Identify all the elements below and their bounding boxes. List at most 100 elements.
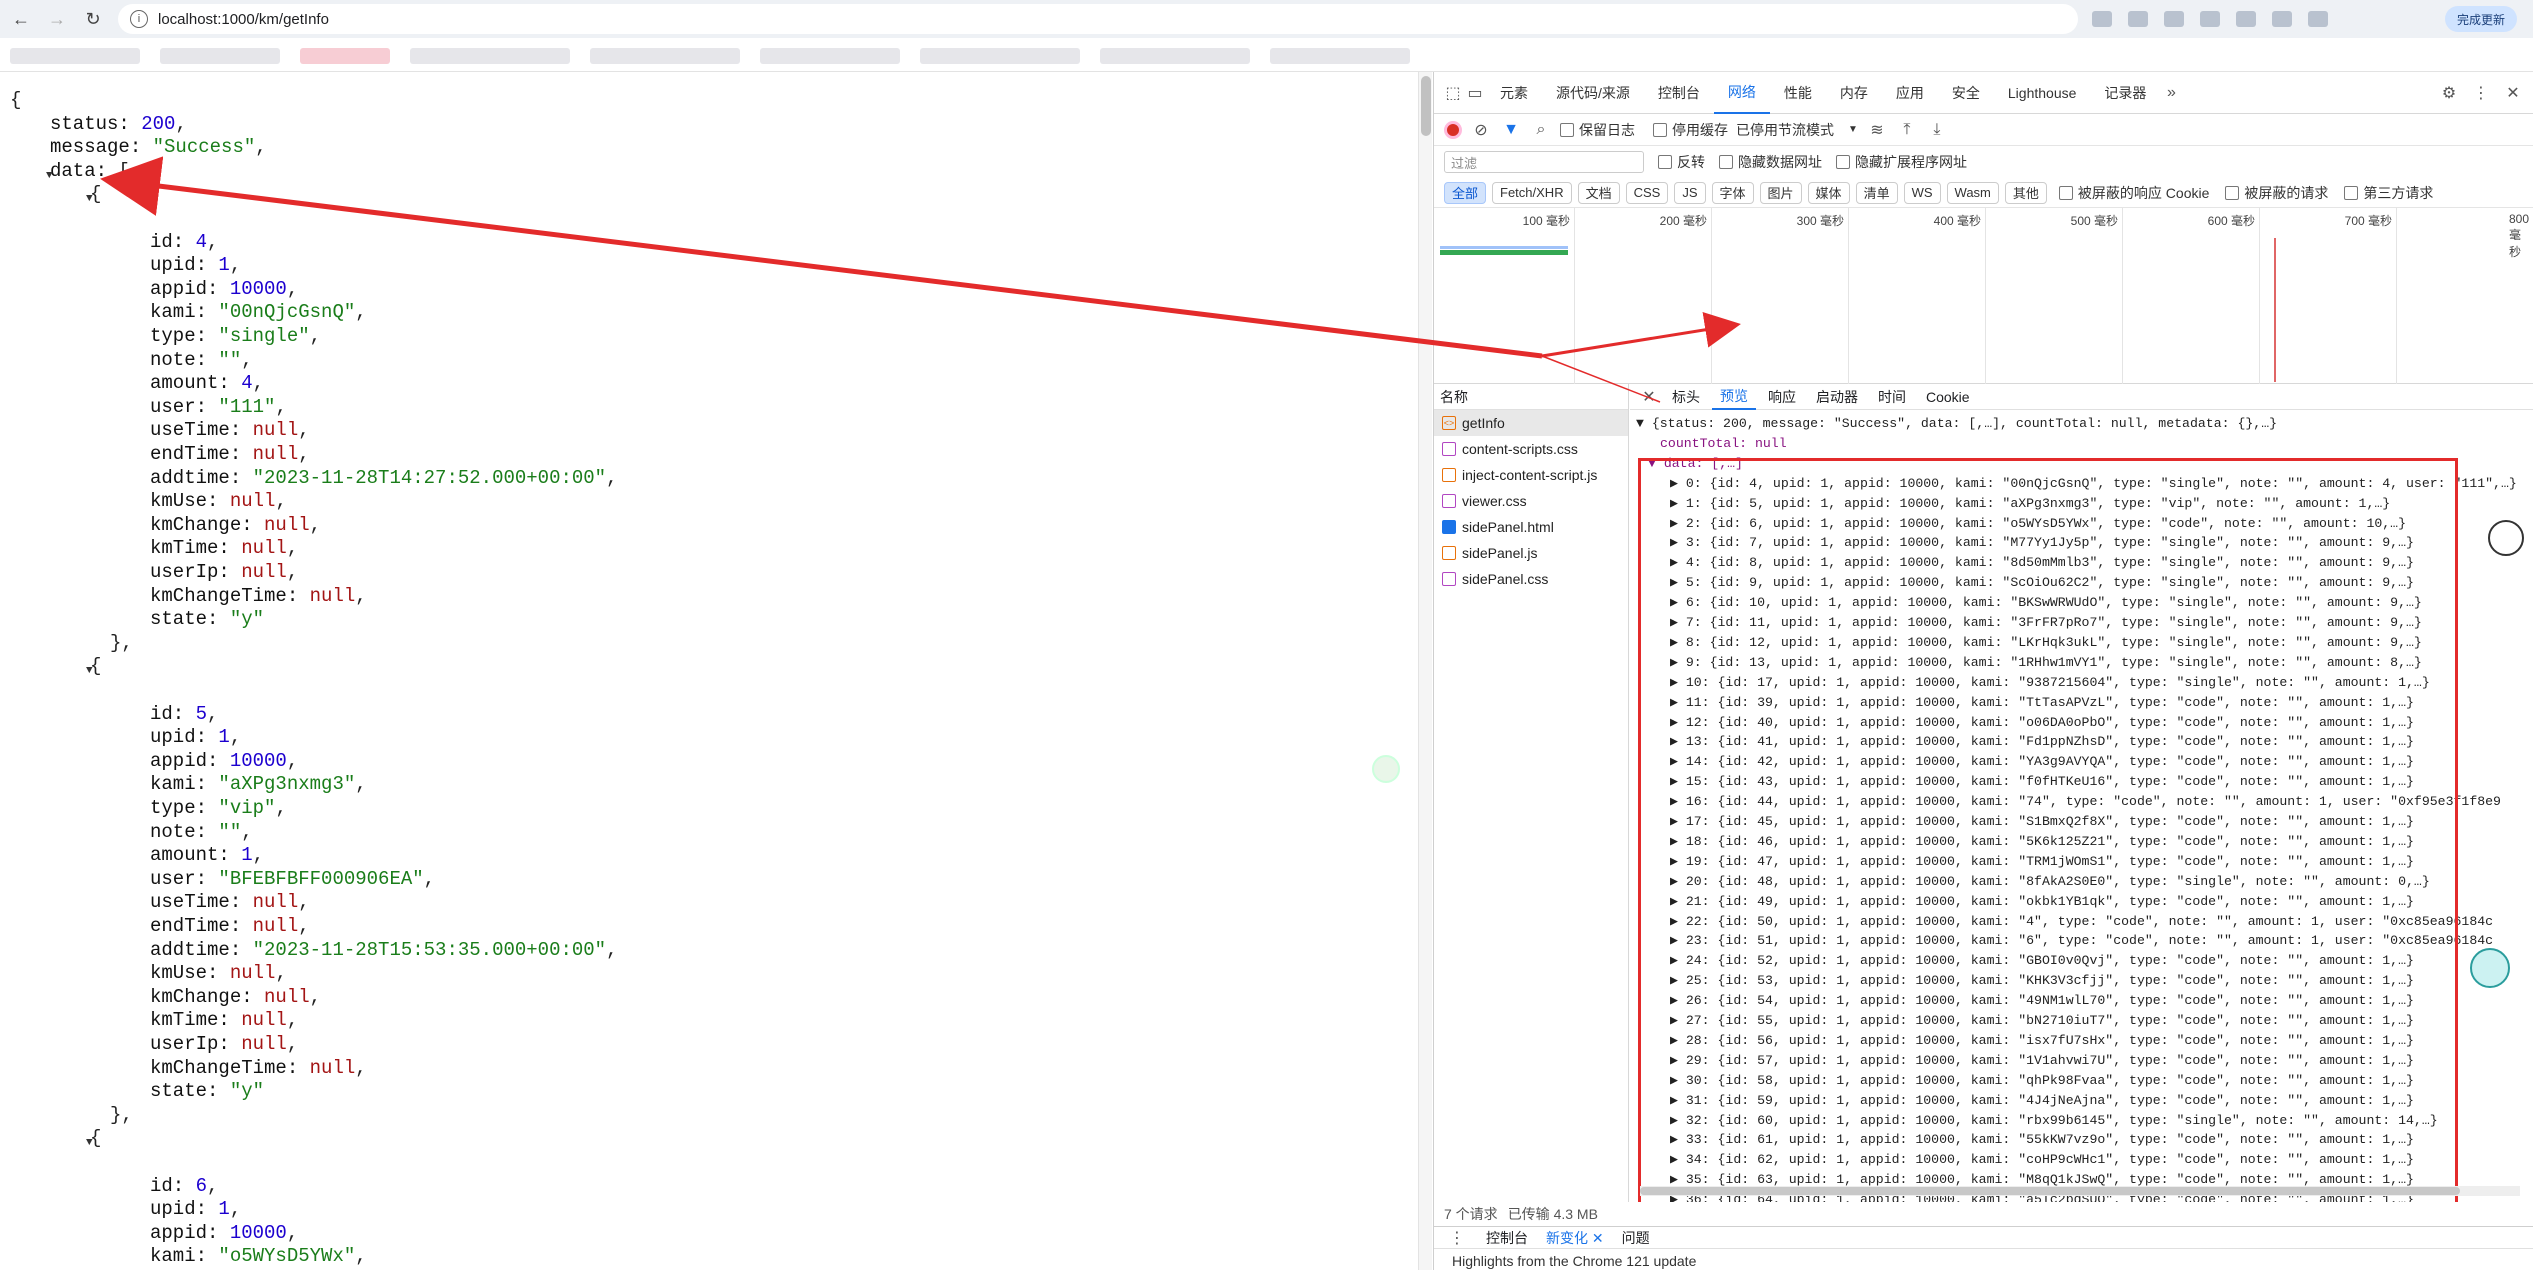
blocked-cookies-checkbox[interactable]: 被屏蔽的响应 Cookie: [2058, 183, 2209, 203]
more-tabs-icon[interactable]: »: [2160, 82, 2182, 104]
assistant-icon[interactable]: [2488, 520, 2524, 556]
expand-toggle-icon[interactable]: ▼: [46, 164, 53, 188]
search-icon[interactable]: ⌕: [1530, 119, 1552, 141]
network-timeline[interactable]: 100 毫秒 200 毫秒 300 毫秒 400 毫秒 500 毫秒 600 毫秒 700 …: [1434, 208, 2533, 384]
type-filter-button[interactable]: WS: [1903, 181, 1941, 204]
preview-line[interactable]: ▼ {status: 200, message: "Success", data…: [1636, 414, 2277, 434]
type-filter-button[interactable]: 文档: [1577, 181, 1620, 204]
export-har-icon[interactable]: ⤓: [1926, 119, 1948, 141]
clear-icon[interactable]: ⊘: [1470, 119, 1492, 141]
devtools-tab[interactable]: 安全: [1938, 72, 1994, 114]
request-row[interactable]: sidePanel.html: [1434, 514, 1628, 540]
request-row[interactable]: sidePanel.js: [1434, 540, 1628, 566]
hide-extension-urls-checkbox[interactable]: 隐藏扩展程序网址: [1836, 152, 1967, 172]
type-filter-button[interactable]: 媒体: [1807, 181, 1850, 204]
type-filter-button[interactable]: Fetch/XHR: [1492, 181, 1572, 204]
detail-tab[interactable]: 标头: [1664, 384, 1708, 410]
preserve-log-checkbox[interactable]: 保留日志: [1560, 120, 1635, 140]
settings-icon[interactable]: ⚙: [2438, 82, 2460, 104]
zoom-icon[interactable]: [2128, 11, 2148, 27]
record-icon[interactable]: [1444, 120, 1462, 139]
more-options-icon[interactable]: ⋮: [2470, 82, 2492, 104]
close-detail-icon[interactable]: ✕: [1638, 386, 1660, 408]
close-icon[interactable]: ✕: [2502, 82, 2524, 104]
device-toolbar-icon[interactable]: ▭: [1464, 82, 1486, 104]
bookmark-item[interactable]: [1100, 48, 1250, 64]
bookmark-item[interactable]: [760, 48, 900, 64]
extension-icon[interactable]: [2164, 11, 2184, 27]
bookmark-item[interactable]: [300, 48, 390, 64]
request-row[interactable]: sidePanel.css: [1434, 566, 1628, 592]
extension-icon[interactable]: [2236, 11, 2256, 27]
drawer-tab[interactable]: 控制台: [1486, 1228, 1528, 1248]
devtools-tab[interactable]: 性能: [1770, 72, 1826, 114]
back-icon[interactable]: ←: [6, 4, 36, 34]
request-row[interactable]: <> getInfo: [1434, 410, 1628, 436]
devtools-tab[interactable]: 元素: [1486, 72, 1542, 114]
devtools-tab[interactable]: 网络: [1713, 72, 1770, 114]
expand-toggle-icon[interactable]: ▼: [86, 1131, 93, 1155]
detail-tab[interactable]: 时间: [1870, 384, 1914, 410]
translate-icon[interactable]: [2092, 11, 2112, 27]
request-row[interactable]: inject-content-script.js: [1434, 462, 1628, 488]
expand-toggle-icon[interactable]: ▼: [86, 659, 93, 683]
update-button[interactable]: 完成更新: [2444, 6, 2517, 32]
preview-hscrollbar[interactable]: [1640, 1186, 2520, 1196]
type-filter-button[interactable]: JS: [1674, 181, 1706, 204]
type-filter-button[interactable]: Wasm: [1946, 181, 1999, 204]
blocked-requests-checkbox[interactable]: 被屏蔽的请求: [2225, 183, 2328, 203]
devtools-tab[interactable]: Lighthouse: [1994, 72, 2091, 114]
type-filter-button[interactable]: 清单: [1855, 181, 1898, 204]
address-bar[interactable]: i localhost:1000/km/getInfo: [118, 4, 2078, 34]
expand-toggle-icon[interactable]: ▼: [86, 187, 93, 211]
name-column-header[interactable]: 名称: [1434, 384, 1628, 410]
drawer-tab[interactable]: 问题: [1622, 1228, 1650, 1248]
bookmark-item[interactable]: [160, 48, 280, 64]
bookmark-item[interactable]: [1270, 48, 1410, 64]
type-filter-button[interactable]: 图片: [1759, 181, 1802, 204]
detail-tab[interactable]: 启动器: [1808, 384, 1866, 410]
network-conditions-icon[interactable]: ≋: [1866, 119, 1888, 141]
detail-tab[interactable]: 响应: [1760, 384, 1804, 410]
devtools-tab[interactable]: 控制台: [1644, 72, 1714, 114]
import-har-icon[interactable]: ⤒: [1896, 119, 1918, 141]
bookmark-item[interactable]: [10, 48, 140, 64]
type-filter-button[interactable]: CSS: [1625, 181, 1669, 204]
devtools-tab[interactable]: 源代码/来源: [1542, 72, 1644, 114]
leaf-icon[interactable]: [1372, 755, 1400, 783]
extension-icon[interactable]: [2308, 11, 2328, 27]
devtools-tab[interactable]: 记录器: [2090, 72, 2160, 114]
json-value: "y": [229, 608, 265, 631]
json-scrollbar[interactable]: [1418, 72, 1432, 1270]
site-info-icon[interactable]: i: [130, 10, 148, 28]
filter-icon[interactable]: ▼: [1500, 119, 1522, 141]
devtools-tab[interactable]: 内存: [1826, 72, 1882, 114]
detail-tab[interactable]: 预览: [1712, 384, 1756, 410]
bookmark-item[interactable]: [590, 48, 740, 64]
bookmark-item[interactable]: [410, 48, 570, 64]
request-row[interactable]: viewer.css: [1434, 488, 1628, 514]
reload-icon[interactable]: ↻: [78, 4, 108, 34]
invert-checkbox[interactable]: 反转: [1658, 152, 1705, 172]
assistant-icon[interactable]: [2470, 948, 2510, 988]
type-filter-button[interactable]: 其他: [2004, 181, 2047, 204]
json-line: kami: "o5WYsD5YWx",: [150, 1244, 367, 1268]
type-filter-button[interactable]: 全部: [1444, 181, 1487, 204]
throttle-select[interactable]: 已停用节流模式 ▼: [1736, 120, 1858, 140]
forward-icon[interactable]: →: [42, 4, 72, 34]
extension-icon[interactable]: [2272, 11, 2292, 27]
extension-icon[interactable]: [2200, 11, 2220, 27]
disable-cache-checkbox[interactable]: 停用缓存: [1653, 120, 1728, 140]
filter-input[interactable]: 过滤: [1444, 151, 1644, 173]
third-party-checkbox[interactable]: 第三方请求: [2344, 183, 2433, 203]
detail-tab[interactable]: Cookie: [1918, 384, 1978, 410]
drawer-menu-icon[interactable]: ⋮: [1446, 1227, 1468, 1249]
hide-data-urls-checkbox[interactable]: 隐藏数据网址: [1719, 152, 1822, 172]
bookmark-item[interactable]: [920, 48, 1080, 64]
request-row[interactable]: content-scripts.css: [1434, 436, 1628, 462]
inspect-icon[interactable]: ⬚: [1442, 82, 1464, 104]
preview-line[interactable]: countTotal: null: [1660, 434, 1787, 454]
devtools-tab[interactable]: 应用: [1882, 72, 1938, 114]
drawer-tab[interactable]: 新变化 ✕: [1546, 1228, 1604, 1248]
type-filter-button[interactable]: 字体: [1711, 181, 1754, 204]
